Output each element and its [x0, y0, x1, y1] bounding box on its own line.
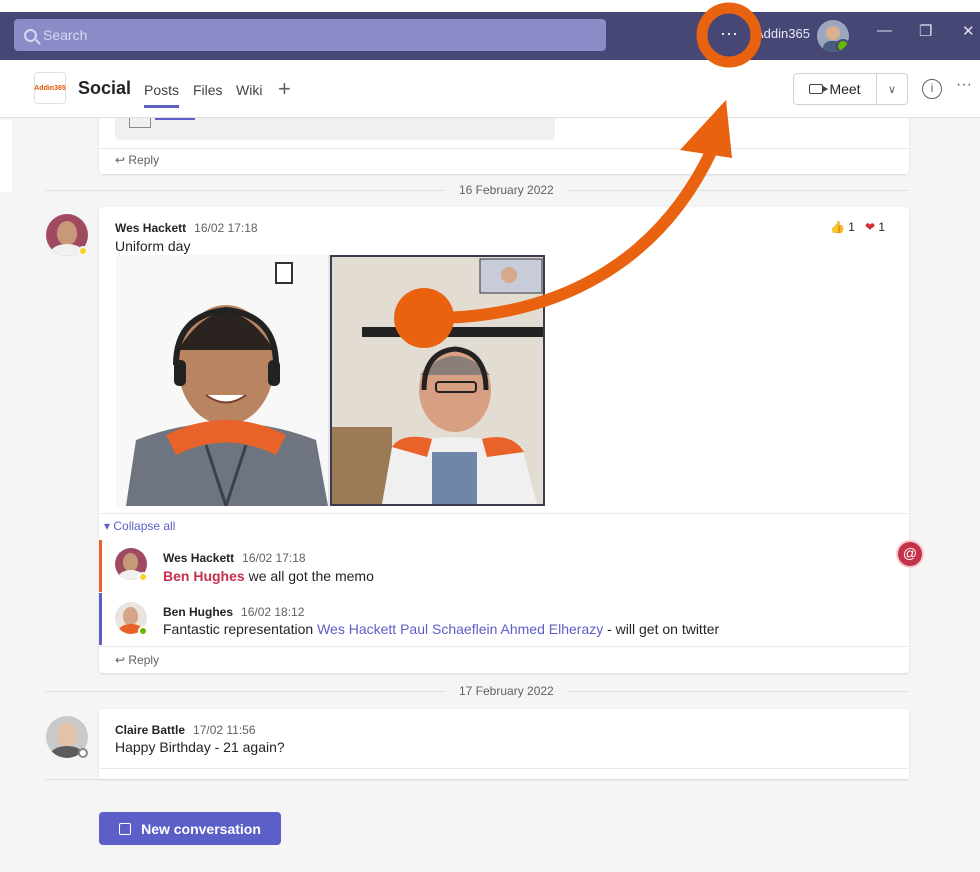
attachment-icon — [129, 118, 151, 128]
collapse-all-button[interactable]: ▾ Collapse all — [104, 519, 175, 533]
search-icon — [24, 28, 37, 42]
card-separator — [99, 768, 909, 769]
meet-label: Meet — [829, 81, 861, 97]
presence-offline-icon — [78, 748, 88, 758]
info-icon[interactable]: i — [922, 79, 942, 99]
mention-badge: @ — [898, 542, 922, 566]
presence-away-icon — [138, 572, 148, 582]
reply-button[interactable]: ↩ Reply — [115, 653, 159, 667]
avatar-face — [57, 723, 77, 747]
meet-dropdown-button[interactable]: ∨ — [877, 74, 907, 104]
card-separator — [99, 148, 909, 149]
reply-bar — [99, 593, 102, 645]
team-logo: Addin365 — [34, 72, 66, 104]
avatar-face — [57, 221, 77, 245]
reply-prefix: Fantastic representation — [163, 621, 318, 637]
presence-away-icon — [78, 246, 88, 256]
post-author[interactable]: Wes Hackett — [115, 221, 186, 235]
new-conversation-label: New conversation — [141, 820, 261, 837]
reply-text: Fantastic representation Wes Hackett Pau… — [163, 621, 719, 637]
reactions[interactable]: 👍 1 ❤ 1 — [830, 220, 885, 234]
new-conversation-button[interactable]: New conversation — [99, 812, 281, 845]
reply-header: Wes Hackett 16/02 17:18 — [163, 549, 306, 567]
heart-icon: ❤ — [865, 220, 876, 234]
reply-label: Reply — [128, 653, 160, 667]
meet-button-group: Meet ∨ — [793, 73, 908, 105]
reply-mention-bar — [99, 540, 102, 592]
tab-posts[interactable]: Posts — [144, 82, 180, 108]
person-left-illustration — [126, 262, 328, 506]
reply-header: Ben Hughes 16/02 18:12 — [163, 603, 304, 621]
reply-timestamp: 16/02 18:12 — [241, 605, 305, 619]
reply-text: Ben Hughes we all got the memo — [163, 568, 374, 584]
search-input[interactable]: Search — [14, 19, 606, 51]
image-left-panel — [116, 255, 328, 506]
minimize-button[interactable]: — — [877, 22, 892, 39]
tab-files[interactable]: Files — [193, 82, 223, 98]
top-strip — [0, 0, 980, 12]
reply-suffix: - will get on twitter — [603, 621, 720, 637]
mention[interactable]: Wes Hackett — [317, 621, 396, 637]
post-text: Uniform day — [115, 238, 191, 254]
feed-bottom-edge — [45, 779, 908, 780]
reaction-count-heart: 1 — [878, 220, 886, 234]
meet-button[interactable]: Meet — [794, 74, 877, 104]
tab-wiki[interactable]: Wiki — [236, 82, 262, 98]
profile-photo — [823, 26, 843, 52]
avatar-face — [123, 553, 138, 571]
date-label: 17 February 2022 — [445, 684, 568, 698]
video-camera-icon — [809, 84, 829, 94]
post-timestamp: 16/02 17:18 — [194, 221, 258, 235]
thumbs-up-icon: 👍 — [830, 220, 845, 234]
reply-timestamp: 16/02 17:18 — [242, 551, 306, 565]
post-header: Wes Hackett 16/02 17:18 — [115, 219, 258, 237]
avatar-face — [123, 607, 138, 625]
mention[interactable]: Paul Schaeflein — [400, 621, 497, 637]
maximize-button[interactable]: ❐ — [919, 22, 932, 40]
profile-avatar[interactable] — [817, 20, 849, 52]
card-separator — [99, 646, 909, 647]
previous-attachment — [115, 118, 555, 140]
previous-post-card — [99, 118, 909, 174]
close-button[interactable]: ✕ — [962, 22, 975, 40]
collapse-all-label: Collapse all — [113, 519, 176, 533]
post-timestamp: 17/02 11:56 — [193, 723, 256, 737]
thread-separator — [99, 513, 909, 514]
image-right-panel — [330, 255, 545, 506]
tenant-name: Addin365 — [755, 26, 810, 41]
reply-author[interactable]: Wes Hackett — [163, 551, 234, 565]
add-tab-button[interactable]: + — [278, 76, 291, 102]
reaction-count-like: 1 — [848, 220, 855, 234]
settings-and-more-button[interactable]: ··· — [711, 22, 747, 48]
post-text: Happy Birthday - 21 again? — [115, 739, 285, 755]
post-author[interactable]: Claire Battle — [115, 723, 185, 737]
channel-more-button[interactable]: ··· — [956, 76, 972, 94]
post-header: Claire Battle 17/02 11:56 — [115, 721, 256, 739]
attachment-bar — [155, 118, 195, 120]
reply-button[interactable]: ↩ Reply — [115, 153, 159, 167]
reply-author[interactable]: Ben Hughes — [163, 605, 233, 619]
post-image[interactable] — [116, 255, 545, 506]
presence-available-icon — [138, 626, 148, 636]
date-label: 16 February 2022 — [445, 183, 568, 197]
reply-body: we all got the memo — [244, 568, 374, 584]
mention[interactable]: Ahmed Elherazy — [501, 621, 604, 637]
channel-header: Addin365 Social Posts Files Wiki + Meet … — [0, 60, 980, 118]
reply-label: Reply — [128, 153, 160, 167]
left-rail-edge — [0, 120, 12, 192]
channel-name: Social — [78, 78, 132, 98]
mention[interactable]: Ben Hughes — [163, 568, 245, 584]
search-placeholder: Search — [43, 27, 88, 43]
person-right-illustration — [332, 257, 543, 504]
compose-icon — [119, 822, 132, 835]
